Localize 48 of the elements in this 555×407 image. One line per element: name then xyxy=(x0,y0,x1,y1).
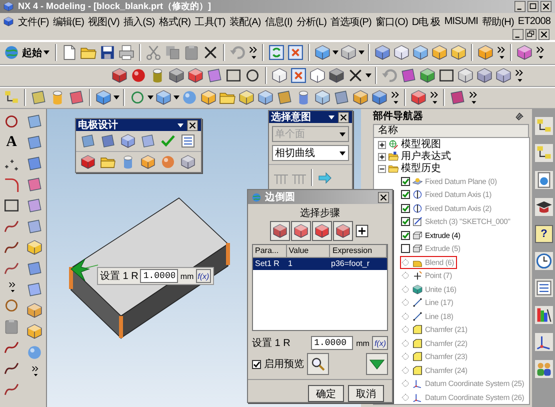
menu-item[interactable]: 信息(I) xyxy=(264,14,294,28)
formula-button[interactable]: f(x) xyxy=(372,336,388,350)
tree-item-label[interactable]: 模型历史 xyxy=(401,163,441,174)
menu-item[interactable]: MISUMI xyxy=(443,16,480,27)
menu-item[interactable]: 分析(L) xyxy=(295,14,328,28)
menu-item[interactable]: 编辑(E) xyxy=(52,14,86,28)
help-button[interactable]: ? xyxy=(535,225,553,243)
formula-button[interactable]: f(x) xyxy=(196,269,212,283)
window-title: NX 4 - Modeling - [block_blank.prt（修改的）] xyxy=(18,0,212,13)
menu-item[interactable]: 帮助(H) xyxy=(481,14,515,28)
tree-item-label[interactable]: 模型视图 xyxy=(401,139,441,150)
table-cell-text: Set1 R xyxy=(254,258,280,270)
window-title: 电极设计 xyxy=(78,118,118,132)
menu-item[interactable]: 工具(T) xyxy=(194,14,226,28)
column-header[interactable]: 名称 xyxy=(373,124,529,136)
dimension-tag[interactable]: 设置 1 R 1.0000 mm f(x) xyxy=(97,267,214,285)
input-field[interactable]: 1.0000 xyxy=(140,269,178,283)
field-label: 设置 1 R xyxy=(252,336,290,350)
dialog-title: 边倒圆 xyxy=(265,190,295,204)
table-cell-text: 1 xyxy=(287,258,294,270)
menu-item[interactable]: 插入(S) xyxy=(122,14,156,28)
cancel-button[interactable]: 取消 xyxy=(348,385,384,402)
menu-item[interactable]: 首选项(P) xyxy=(330,14,372,28)
window-title: 选择意图 xyxy=(271,110,311,124)
table-row[interactable]: Set1 R 1 p36=foot_r xyxy=(253,258,387,270)
field-label: 设置 1 R xyxy=(100,270,138,283)
unit-label: mm xyxy=(356,338,370,348)
unit-label: mm xyxy=(180,272,194,280)
menu-item[interactable]: 文件(F) xyxy=(17,14,50,28)
start-button[interactable]: 起始 xyxy=(0,44,52,61)
menu-item[interactable]: ET2008 xyxy=(516,16,552,27)
text-tool[interactable]: A xyxy=(6,134,17,151)
checkbox-label[interactable]: 启用预览 xyxy=(264,357,304,371)
column-header[interactable]: Para... xyxy=(253,245,287,257)
curve-rule-dropdown[interactable]: 相切曲线 xyxy=(272,145,349,161)
input-field[interactable]: 1.0000 xyxy=(311,336,354,350)
table-cell-text: p36=foot_r xyxy=(330,258,370,270)
panel-title: 部件导航器 xyxy=(373,109,423,124)
menu-item[interactable]: 视图(V) xyxy=(87,14,120,28)
ok-button[interactable]: 确定 xyxy=(308,385,344,402)
menu-item[interactable]: 窗口(O) xyxy=(374,14,409,28)
menu-item[interactable]: 格式(R) xyxy=(158,14,192,28)
menu-item[interactable]: 装配(A) xyxy=(228,14,262,28)
column-header[interactable]: Expression xyxy=(330,245,387,257)
tree-item-label[interactable]: 用户表达式 xyxy=(401,151,451,162)
menu-item[interactable]: D电 极 xyxy=(410,14,442,28)
section-label: 选择步骤 xyxy=(299,206,341,220)
column-header[interactable]: Value xyxy=(286,245,330,257)
